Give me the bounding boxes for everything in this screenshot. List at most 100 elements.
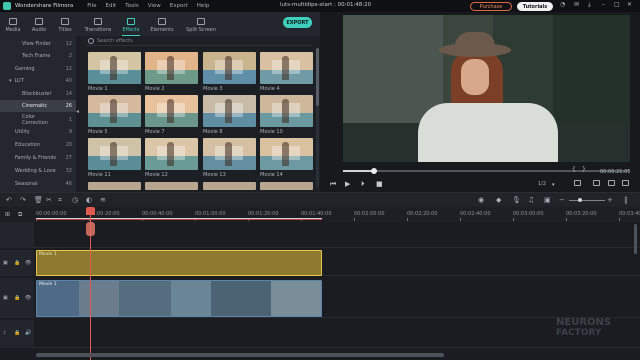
stop-icon[interactable]: ■ [376,180,383,188]
timeline-horizontal-scrollbar[interactable] [36,353,444,357]
effect-thumbnail[interactable]: Movie 12 [145,138,198,181]
playback-scrubber[interactable] [343,168,629,174]
monitor-icon[interactable] [574,180,581,186]
mute-icon[interactable]: 🔊 [25,330,31,336]
redo-icon[interactable]: ↷ [20,196,26,204]
menu-export[interactable]: Export [170,3,188,9]
speed-icon[interactable]: ◷ [72,196,78,204]
category-wedding-love[interactable]: Wedding & Love 32 [0,165,76,177]
effect-thumbnail[interactable]: Movie 4 [260,52,313,95]
snapshot-marker-icon[interactable]: ▣ [544,196,551,204]
menu-help[interactable]: Help [197,3,210,9]
category-color-correction[interactable]: Color Correction 1 [0,114,76,126]
audio-mixer-icon[interactable]: ≋ [100,196,106,204]
mark-out-icon[interactable]: } [582,166,586,173]
audio-track-icon[interactable]: ♫ [528,196,534,204]
zoom-slider-handle[interactable] [578,198,582,202]
video-clip[interactable]: Movie 1 [36,280,322,317]
effect-thumbnail-partial[interactable] [88,182,141,190]
lock-icon[interactable]: 🔒 [14,330,20,336]
pause-icon[interactable]: ‖ [624,196,628,204]
minimize-icon[interactable]: – [602,1,605,8]
crop-icon[interactable]: ⌗ [58,196,62,205]
tab-titles[interactable]: Titles [52,18,78,36]
category-cinematic[interactable]: Cinematic 26 [0,100,76,112]
tab-transitions[interactable]: Transitions [78,18,118,36]
effect-thumbnail[interactable]: Movie 10 [260,95,313,138]
snapshot-icon[interactable] [593,180,600,186]
voiceover-icon[interactable]: 🎙 [512,196,521,204]
lock-icon[interactable]: 🔒 [14,295,20,301]
cut-icon[interactable]: ✂ [46,196,52,204]
link-icon[interactable]: ⧉ [18,211,22,219]
category-gaming[interactable]: Gaming 12 [0,63,76,75]
effect-thumbnail[interactable]: Movie 2 [145,52,198,95]
notification-icon[interactable]: ✉ [574,1,579,8]
effect-thumbnail[interactable]: Movie 3 [203,52,256,95]
volume-icon[interactable] [608,180,615,186]
effect-thumbnail[interactable]: Movie 13 [203,138,256,181]
export-button[interactable]: EXPORT [283,17,312,28]
category-utility[interactable]: Utility 9 [0,126,76,138]
effect-thumbnail[interactable]: Movie 1 [88,52,141,95]
effect-thumbnail[interactable]: Movie 14 [260,138,313,181]
tab-split-screen[interactable]: Split Screen [180,18,222,36]
tab-effects[interactable]: Effects [118,18,144,36]
download-icon[interactable]: ⤓ [588,1,591,9]
effect-thumbnail[interactable]: Movie 7 [145,95,198,138]
eye-icon[interactable]: 👁 [25,295,31,301]
effect-thumbnail-partial[interactable] [203,182,256,190]
category-tech-frame[interactable]: Tech Frame 2 [0,50,76,62]
skip-back-icon[interactable]: ⏮ [330,180,336,189]
add-track-icon[interactable]: ⊞ [5,211,10,218]
quality-dropdown-icon[interactable]: ▾ [552,182,555,188]
play-icon[interactable]: ▶ [345,180,350,188]
menu-view[interactable]: View [148,3,161,9]
tab-media[interactable]: Media [0,18,26,36]
effect-preview-image [203,52,256,84]
lock-icon[interactable]: 🔒 [14,260,20,266]
play-loop-icon[interactable]: ⏵ [361,180,365,189]
zoom-slider[interactable] [569,200,605,201]
maximize-icon[interactable]: □ [614,1,620,8]
effect-thumbnail[interactable]: Movie 8 [203,95,256,138]
tutorials-button[interactable]: Tutorials [517,2,553,11]
account-icon[interactable]: ◔ [560,1,565,8]
effect-thumbnail-partial[interactable] [145,182,198,190]
fullscreen-icon[interactable] [622,180,629,186]
category-education[interactable]: Education 20 [0,139,76,151]
tab-elements[interactable]: Elements [144,18,180,36]
tab-audio-label: Audio [31,27,47,33]
category-blockbuster[interactable]: Blockbuster 14 [0,88,76,100]
effects-scrollbar[interactable] [316,48,319,188]
eye-icon[interactable]: 👁 [25,260,31,266]
menu-tools[interactable]: Tools [125,3,139,9]
timeline-vertical-scrollbar[interactable] [634,224,637,254]
zoom-in-icon[interactable]: + [607,196,613,204]
undo-icon[interactable]: ↶ [6,196,12,204]
effect-thumbnail[interactable]: Movie 5 [88,95,141,138]
category-family-friends[interactable]: Family & Friends 27 [0,152,76,164]
effect-clip[interactable]: Movie 1 [36,250,322,276]
purchase-button[interactable]: Purchase [470,2,512,11]
effect-thumbnail-partial[interactable] [260,182,313,190]
delete-icon[interactable]: 🗑 [34,196,43,204]
category-count: 40 [65,78,72,84]
tab-audio[interactable]: Audio [26,18,52,36]
playhead-handle[interactable] [86,207,95,215]
category-seasonal[interactable]: Seasonal 46 [0,178,76,190]
render-icon[interactable]: ◉ [478,196,484,204]
color-icon[interactable]: ◐ [86,196,92,204]
marker-icon[interactable]: ◆ [496,196,501,204]
preview-quality[interactable]: 1/2 [538,181,546,187]
menu-file[interactable]: File [87,3,96,9]
mark-in-icon[interactable]: { [572,166,576,173]
close-icon[interactable]: ✕ [627,1,632,8]
playhead-marker[interactable] [86,222,95,236]
category-view-finder[interactable]: View Finder 12 [0,38,76,50]
effect-thumbnail[interactable]: Movie 11 [88,138,141,181]
search-input[interactable] [97,37,297,44]
menu-edit[interactable]: Edit [106,3,117,9]
zoom-out-icon[interactable]: − [559,196,565,204]
category-lut[interactable]: ▾ LUT 40 [0,75,76,87]
